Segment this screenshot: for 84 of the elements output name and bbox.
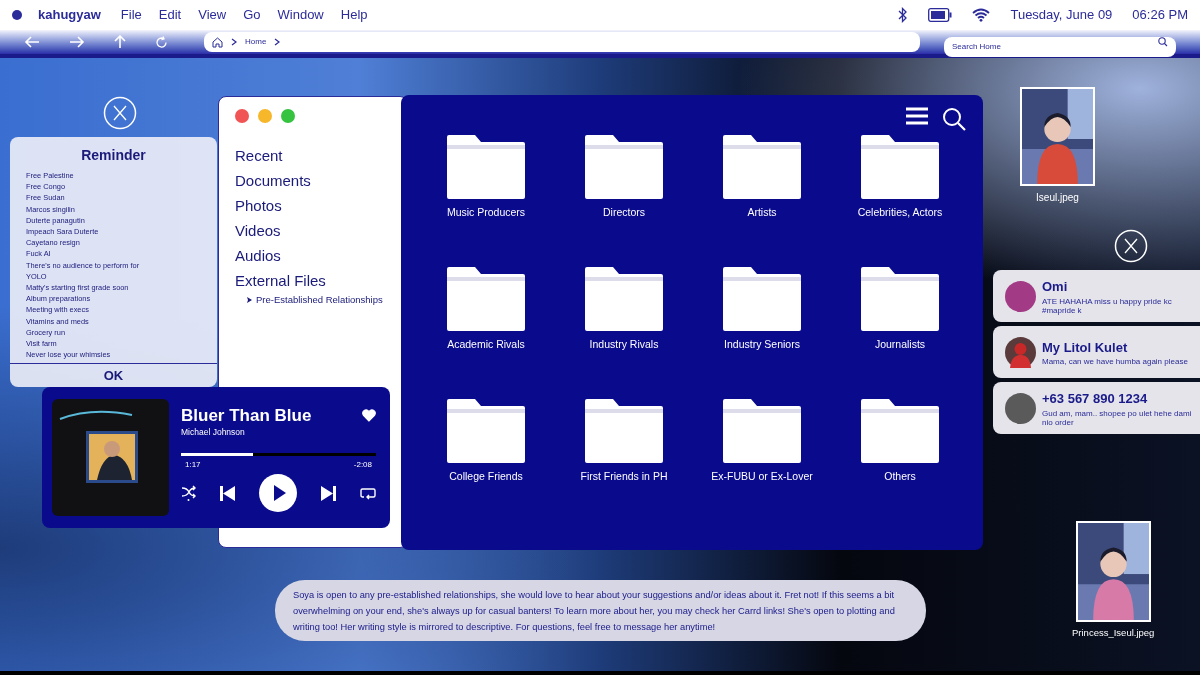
app-name[interactable]: kahugyaw	[38, 5, 101, 25]
wifi-icon[interactable]	[972, 8, 991, 22]
file-name[interactable]: Iseul.jpeg	[1036, 190, 1079, 205]
sidebar-item[interactable]: Documents	[235, 168, 391, 193]
menu-item[interactable]: Edit	[158, 5, 182, 25]
artist-name: Michael Johnson	[181, 426, 246, 440]
sidebar-item[interactable]: Videos	[235, 218, 391, 243]
song-title: Bluer Than Blue	[181, 404, 312, 427]
address-bar[interactable]: Home	[204, 32, 920, 52]
sidebar-item[interactable]: Photos	[235, 193, 391, 218]
up-arrow-icon[interactable]	[114, 35, 126, 49]
reminder-title: Reminder	[80, 146, 147, 165]
message-preview: Gud am, mam.. shopee po ulet hehe dami nio order	[1042, 408, 1193, 427]
folder-label[interactable]: Celebrities, Actors	[857, 205, 943, 221]
folder-icon[interactable]	[859, 264, 941, 333]
menu-icon[interactable]	[906, 107, 928, 125]
bullet-arrow-icon	[247, 297, 252, 304]
folder-label[interactable]: Industry Seniors	[724, 336, 800, 353]
sidebar-item[interactable]: Recent	[235, 143, 391, 168]
folder-label[interactable]: First Friends in PH	[580, 468, 668, 485]
forward-icon[interactable]	[69, 36, 85, 48]
folder-icon[interactable]	[445, 264, 527, 333]
folder-label[interactable]: Music Producers	[446, 205, 526, 221]
home-icon[interactable]	[212, 36, 223, 48]
sender-name: My Litol Kulet	[1042, 338, 1129, 357]
search-field[interactable]: Search Home	[944, 36, 1176, 57]
apple-menu-icon[interactable]	[12, 10, 22, 20]
heart-icon[interactable]	[362, 409, 376, 423]
clock-text: 06:26 PM	[1132, 6, 1188, 25]
sidebar-item[interactable]: External Files	[235, 268, 391, 293]
repeat-icon[interactable]	[360, 486, 376, 500]
message-preview: ATE HAHAHA miss u happy pride kc #mapride k	[1042, 296, 1173, 315]
search-icon[interactable]	[1158, 37, 1168, 47]
folder-label[interactable]: Others	[884, 468, 916, 485]
sender-name: Omi	[1042, 278, 1069, 297]
sidebar-subitem[interactable]: Pre-Established Relationships	[256, 293, 383, 308]
bluetooth-icon[interactable]	[898, 7, 909, 23]
chevron-icon	[274, 38, 281, 46]
file-name[interactable]: Princess_Iseul.jpeg	[1072, 626, 1155, 641]
sidebar-item[interactable]: Audios	[235, 243, 391, 268]
folder-icon[interactable]	[721, 264, 803, 333]
folder-icon[interactable]	[721, 396, 803, 465]
progress-track[interactable]	[181, 453, 376, 457]
notification-card[interactable]: My Litol Kulet Mama, can we have humba again please	[993, 326, 1200, 378]
menu-item[interactable]: File	[120, 5, 142, 25]
folder-icon[interactable]	[445, 396, 527, 465]
notification-card[interactable]: Omi ATE HAHAHA miss u happy pride kc #mapride k	[993, 270, 1200, 322]
folder-label[interactable]: College Friends	[449, 468, 523, 485]
sender-name: +63 567 890 1234	[1042, 390, 1149, 409]
remaining-time: -2:08	[353, 459, 372, 472]
folder-label[interactable]: Industry Rivals	[589, 336, 659, 353]
close-window-button[interactable]	[235, 109, 249, 123]
menu-item[interactable]: View	[198, 5, 227, 25]
info-text: Soya is open to any pre-established relationships, she would love to hear about your suggestions and/or ideas about it. Fret not! If this seems a bit overwhelming on your end, she's always up for casual banters! To learn more about her, you may check her Carrd links! She's open to plotting and writing too! Her writing style is mirrored to descriptive. For questions, feel free to message her anytime!	[293, 588, 896, 634]
folder-icon[interactable]	[583, 264, 665, 333]
menu-item[interactable]: Help	[340, 5, 368, 25]
folder-label[interactable]: Ex-FUBU or Ex-Lover	[711, 468, 813, 485]
next-icon[interactable]	[321, 485, 336, 501]
back-icon[interactable]	[24, 36, 40, 48]
refresh-icon[interactable]	[155, 35, 168, 49]
folder-label[interactable]: Academic Rivals	[447, 336, 525, 353]
folder-icon[interactable]	[859, 396, 941, 465]
folder-icon[interactable]	[445, 133, 527, 201]
chevron-icon	[231, 38, 237, 46]
notification-card[interactable]: +63 567 890 1234 Gud am, mam.. shopee po ulet hehe dami nio order	[993, 382, 1200, 434]
folder-label[interactable]: Journalists	[874, 336, 926, 353]
previous-icon[interactable]	[220, 485, 235, 501]
date-text: Tuesday, June 09	[1010, 6, 1113, 25]
breadcrumb-item[interactable]: Home	[245, 36, 267, 48]
message-preview: Mama, can we have humba again please	[1042, 357, 1188, 367]
menu-item[interactable]: Window	[277, 5, 324, 25]
folder-icon[interactable]	[583, 133, 665, 201]
elapsed-time: 1:17	[185, 459, 201, 472]
shuffle-icon[interactable]	[181, 485, 196, 502]
close-icon[interactable]	[1114, 229, 1148, 263]
folder-icon[interactable]	[583, 396, 665, 465]
folder-icon[interactable]	[721, 133, 803, 201]
folder-label[interactable]: Directors	[603, 205, 645, 221]
folder-icon[interactable]	[859, 133, 941, 201]
menu-item[interactable]: Go	[243, 5, 261, 25]
battery-icon[interactable]	[928, 8, 953, 22]
play-button[interactable]	[259, 474, 297, 513]
folder-label[interactable]: Artists	[747, 205, 777, 221]
search-icon[interactable]	[942, 107, 966, 131]
